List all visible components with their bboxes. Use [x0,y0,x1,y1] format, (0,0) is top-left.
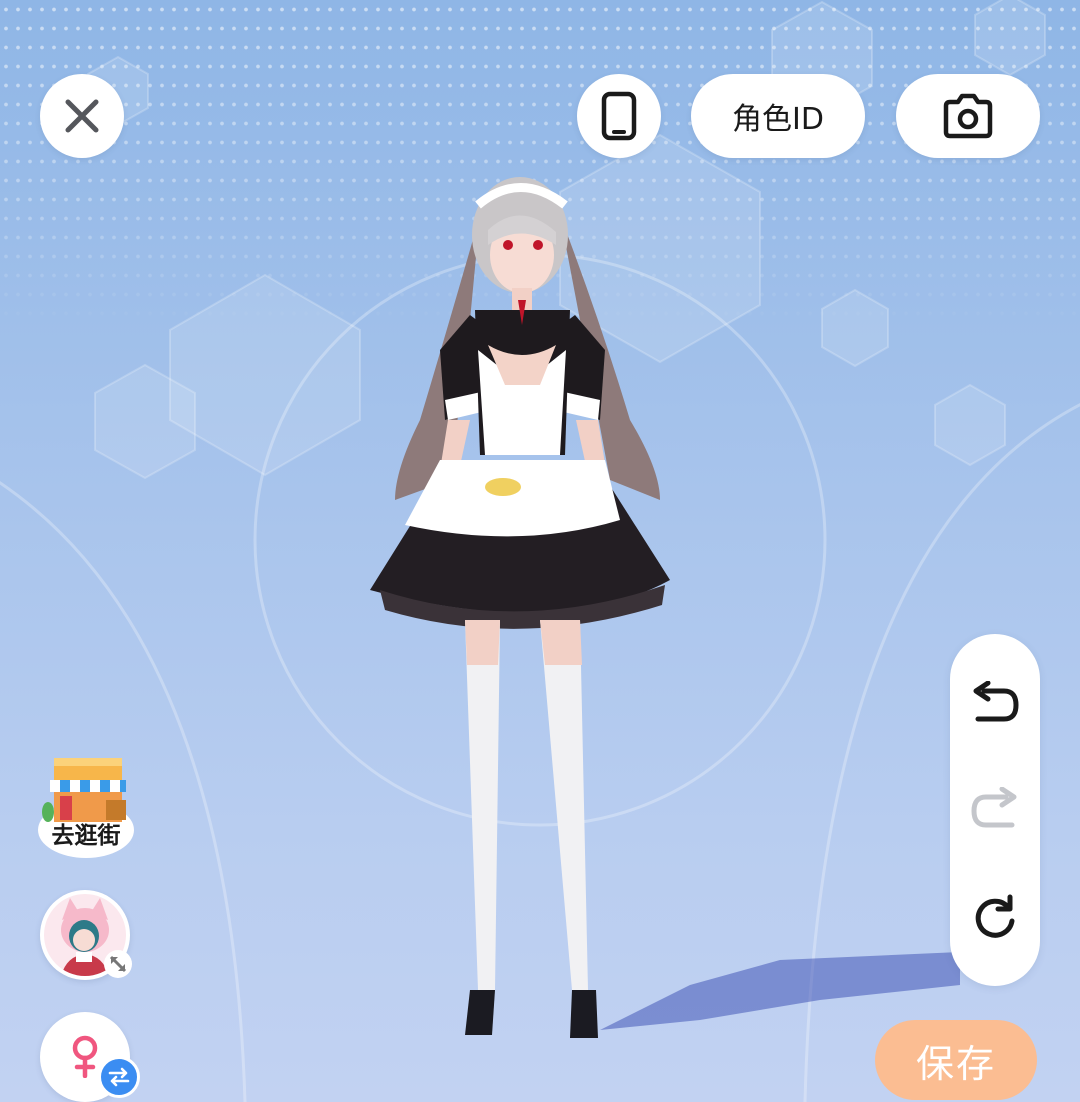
role-id-label: 角色ID [732,102,824,137]
camera-icon [943,93,993,139]
close-button[interactable] [40,74,124,158]
avatar-editor-screen: 角色ID 去逛街 保存 [0,0,1080,1102]
expand-icon [104,950,132,978]
undo-icon [973,681,1019,722]
go-shopping-label: 去逛街 [51,823,121,849]
camera-button[interactable] [896,74,1040,158]
history-controls-panel [950,634,1040,986]
undo-button[interactable] [965,674,1025,734]
go-shopping-button[interactable]: 去逛街 [36,754,136,858]
redo-button[interactable] [965,780,1025,840]
role-id-button[interactable]: 角色ID [691,74,865,158]
redo-icon [971,787,1017,828]
save-button[interactable]: 保存 [875,1020,1037,1100]
swap-badge [98,1056,140,1098]
female-icon [72,1035,98,1078]
phone-portrait-icon [601,91,637,141]
reset-button[interactable] [965,888,1025,948]
reset-rotate-icon [975,894,1015,938]
close-icon [65,99,99,133]
screen-orientation-button[interactable] [577,74,661,158]
character-model[interactable] [330,160,710,1060]
avatar-portrait-button[interactable] [40,890,132,980]
swap-icon [108,1067,130,1087]
gender-switch-button[interactable] [40,1012,140,1102]
